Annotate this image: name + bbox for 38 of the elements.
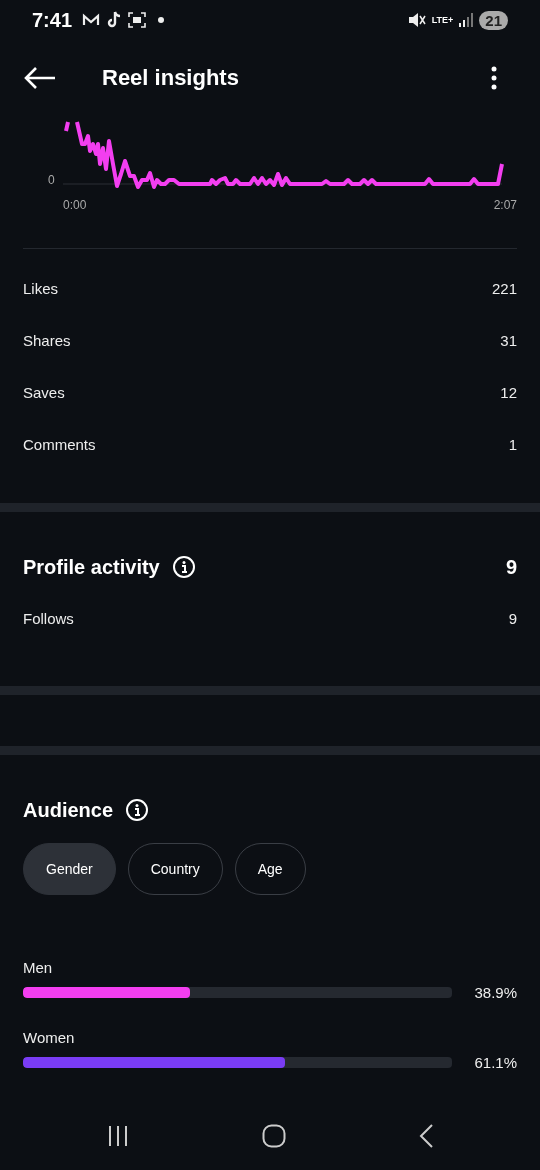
screenshot-icon [128,12,147,28]
metric-value: 9 [508,609,517,627]
axis-label: 0:00 [63,198,87,212]
metric-value: 12 [500,383,517,401]
notification-dot-icon [158,17,165,23]
axis-label: 2:07 [493,198,517,212]
home-icon[interactable] [262,1124,286,1148]
metric-label: Likes [23,279,59,297]
metric-label: Saves [23,383,65,401]
battery-indicator: 21 [479,10,508,30]
percentage-value: 38.9% [474,984,517,1001]
music-note-icon [106,11,123,29]
back-arrow-icon[interactable] [23,66,57,90]
mail-icon [82,13,101,27]
percentage-value: 61.1% [474,1054,517,1071]
page-title: Reel insights [102,65,239,91]
signal-icon [459,13,474,27]
status-time: 7:41 [32,8,73,32]
recent-apps-icon[interactable] [106,1125,129,1147]
back-icon[interactable] [419,1124,434,1148]
metric-label: Follows [23,609,74,627]
metric-label: Comments [23,435,96,453]
bar-label: Women [23,1029,76,1046]
section-title: Profile activity [23,555,160,579]
info-icon[interactable] [171,555,196,579]
network-type: LTE+ [431,15,454,25]
metric-value: 1 [508,435,517,453]
info-icon[interactable] [125,798,150,822]
bar-label: Men [23,959,54,976]
section-title: Audience [23,798,114,822]
filter-chip[interactable]: Gender [23,843,116,895]
metric-value: 31 [500,331,517,349]
mute-icon [407,12,426,28]
axis-label: 0 [48,173,55,187]
metric-value: 221 [491,279,517,297]
metric-label: Shares [23,331,71,349]
more-options-icon[interactable] [491,66,497,90]
section-total: 9 [505,555,517,579]
